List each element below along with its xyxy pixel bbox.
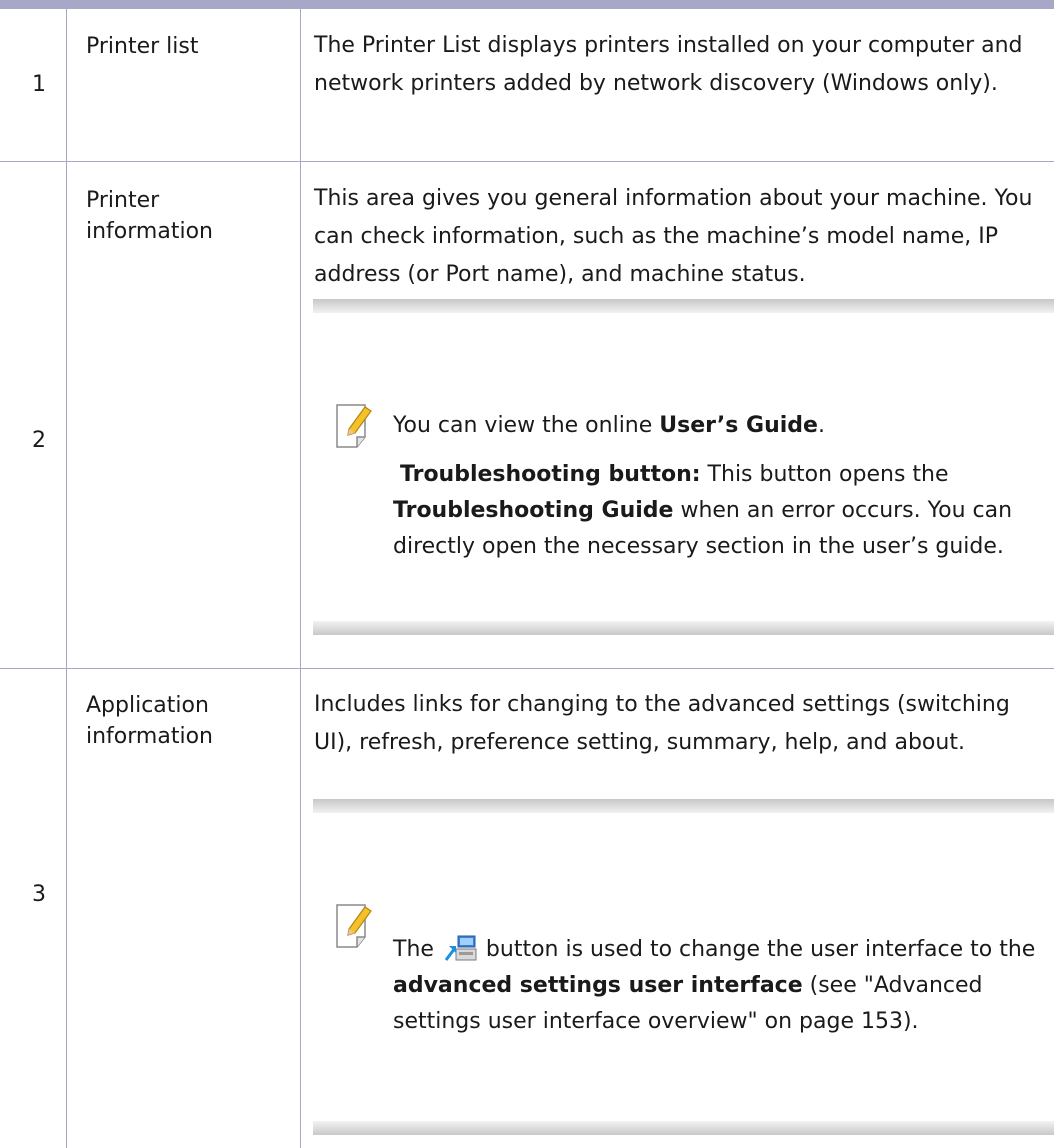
troubleshooting-guide-text: Troubleshooting Guide: [393, 498, 674, 523]
row-number: 2: [32, 428, 46, 453]
row-description: Includes links for changing to the advan…: [314, 692, 1010, 755]
row-description: This area gives you general information …: [314, 186, 1033, 287]
note-top-band: [313, 799, 1054, 813]
column-divider-2: [300, 9, 301, 1148]
top-rule: [0, 0, 1054, 9]
note-box: The button is used to change the user in…: [313, 799, 1054, 1135]
row-label: Application information: [86, 693, 213, 749]
note-text-part: You can view the online: [393, 413, 660, 438]
note-text-part: button is used to change the user interf…: [478, 937, 1036, 962]
troubleshooting-button-label: Troubleshooting button:: [400, 462, 701, 487]
note-text-part: .: [817, 413, 825, 438]
row-number: 3: [32, 882, 46, 907]
row-label: Printer list: [86, 34, 199, 59]
note-pencil-icon: [335, 403, 375, 449]
note-text: The button is used to change the user in…: [393, 932, 1048, 1040]
note-bottom-band: [313, 1121, 1054, 1135]
column-divider-1: [66, 9, 67, 1148]
row-divider-1: [0, 161, 1054, 162]
users-guide-link-text: User’s Guide: [659, 413, 818, 438]
advanced-settings-text: advanced settings user interface: [393, 973, 803, 998]
note-text-part: The: [393, 937, 441, 962]
note-pencil-icon: [335, 903, 375, 949]
note-bottom-band: [313, 621, 1054, 635]
row-number: 1: [32, 72, 46, 97]
row-label: Printer information: [86, 188, 213, 244]
note-text: You can view the online User’s Guide. Tr…: [393, 408, 1048, 578]
note-top-band: [313, 299, 1054, 313]
note-text-part: This button opens the: [700, 462, 949, 487]
note-box: You can view the online User’s Guide. Tr…: [313, 299, 1054, 635]
switch-ui-icon: [443, 934, 477, 962]
row-description: The Printer List displays printers insta…: [314, 33, 1023, 96]
row-divider-2: [0, 668, 1054, 669]
